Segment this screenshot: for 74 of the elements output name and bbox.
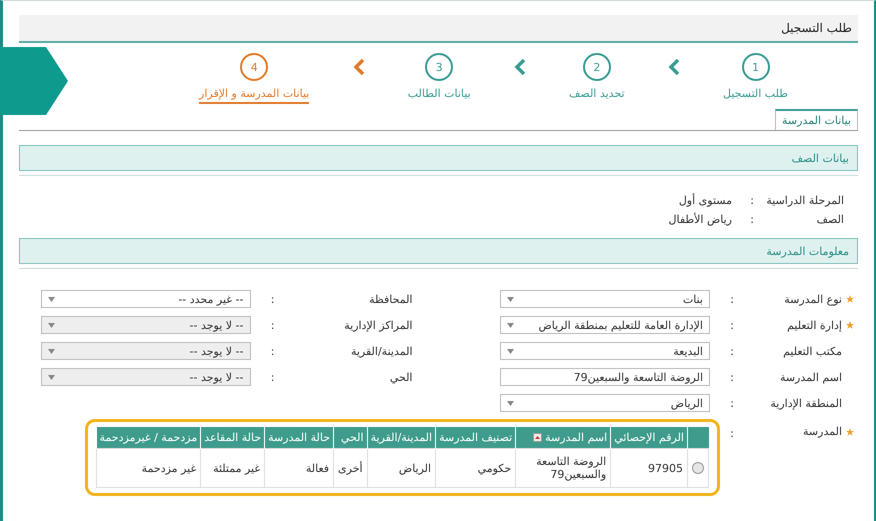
column-header[interactable]: الرقم الإحصائي bbox=[610, 427, 688, 448]
colon: : bbox=[729, 396, 734, 410]
colon: : bbox=[729, 318, 734, 332]
section-title: بيانات الصف bbox=[792, 152, 849, 164]
dropdown-caret-icon bbox=[48, 348, 54, 354]
colon: : bbox=[270, 344, 274, 358]
tab[interactable]: بيانات المدرسة bbox=[775, 109, 858, 130]
table-cell: 97905 bbox=[610, 448, 688, 488]
page-title: طلب التسجيل bbox=[781, 21, 852, 35]
colon: : bbox=[270, 292, 274, 306]
colon: : bbox=[270, 370, 274, 384]
step-number: 2 bbox=[582, 53, 611, 81]
dropdown-field[interactable]: الرياض bbox=[500, 394, 710, 412]
dropdown-field[interactable]: البديعة bbox=[500, 342, 710, 360]
chevron-icon bbox=[352, 59, 365, 75]
chevron-icon bbox=[668, 59, 680, 75]
colon: : bbox=[270, 318, 274, 332]
colon: : bbox=[729, 292, 734, 306]
field-label: اسم المدرسة bbox=[780, 370, 842, 384]
field-label: المراكز الإدارية bbox=[344, 318, 412, 332]
table-cell: أخرى bbox=[334, 448, 368, 488]
dropdown-field[interactable]: الإدارة العامة للتعليم بمنطقة الرياض bbox=[500, 316, 710, 334]
dropdown-caret-icon bbox=[48, 374, 54, 380]
column-header[interactable]: تصنيف المدرسة bbox=[436, 427, 516, 448]
field-label: الحي bbox=[390, 370, 412, 384]
radio-button[interactable] bbox=[692, 462, 704, 474]
dropdown-caret-icon bbox=[507, 322, 514, 328]
field-label: مكتب التعليم bbox=[783, 344, 842, 358]
column-header[interactable]: المدينة/القرية bbox=[367, 427, 436, 448]
dropdown-caret-icon bbox=[507, 348, 514, 354]
colon: : bbox=[749, 213, 754, 226]
colon: : bbox=[729, 426, 734, 440]
info-value: مستوى أول bbox=[678, 194, 732, 207]
info-label: الصف bbox=[816, 213, 845, 226]
step-number: 4 bbox=[240, 53, 268, 81]
field-label: المحافظة bbox=[369, 292, 412, 306]
dropdown-field[interactable]: -- غير محدد -- bbox=[40, 290, 250, 308]
table-cell: غير ممتلئة bbox=[200, 448, 265, 488]
field-label: المدينة/القرية bbox=[350, 344, 412, 358]
step-label: بيانات الطالب bbox=[408, 87, 471, 102]
dropdown-caret-icon bbox=[507, 296, 514, 302]
step-label: طلب التسجيل bbox=[723, 87, 788, 102]
sort-icon[interactable] bbox=[533, 433, 542, 442]
chevron-icon bbox=[514, 59, 526, 75]
table-cell: غير مزدحمة bbox=[96, 448, 201, 488]
input-field[interactable]: الروضة التاسعة والسبعين79 bbox=[500, 368, 710, 386]
colon: : bbox=[729, 344, 734, 358]
colon: : bbox=[729, 370, 734, 384]
dropdown-caret-icon bbox=[48, 322, 54, 328]
step-label: بيانات المدرسة و الإقرار bbox=[199, 87, 310, 104]
section-title: معلومات المدرسة bbox=[766, 244, 849, 258]
column-header[interactable]: الحي bbox=[334, 427, 368, 448]
column-header[interactable]: مزدحمة / غيرمزدحمة bbox=[96, 427, 201, 448]
column-header[interactable]: حالة المقاعد bbox=[200, 427, 265, 448]
dropdown-caret-icon bbox=[507, 400, 514, 406]
table-cell: حكومي bbox=[436, 448, 516, 488]
info-value: رياض الأطفال bbox=[668, 213, 732, 226]
colon: : bbox=[749, 194, 754, 207]
table-cell: الرياض bbox=[367, 448, 436, 488]
dropdown-caret-icon bbox=[48, 296, 54, 302]
table-cell: الروضة التاسعة والسبعين79 bbox=[516, 448, 611, 488]
table-cell: فعالة bbox=[264, 448, 334, 488]
step-number: 1 bbox=[742, 53, 770, 81]
field-label: المدرسة bbox=[803, 425, 842, 438]
arrow-tab-icon bbox=[0, 47, 68, 115]
column-header[interactable]: اسم المدرسة bbox=[516, 427, 611, 448]
info-label: المرحلة الدراسية bbox=[765, 194, 845, 207]
column-header[interactable]: حالة المدرسة bbox=[264, 427, 334, 448]
step-label: تحديد الصف bbox=[569, 87, 625, 102]
field-label: المنطقة الإدارية bbox=[770, 396, 842, 410]
field-label: نوع المدرسة bbox=[784, 292, 842, 306]
field-label: إدارة التعليم bbox=[787, 318, 842, 332]
dropdown-field[interactable]: بنات bbox=[500, 290, 710, 308]
step-number: 3 bbox=[425, 53, 454, 81]
